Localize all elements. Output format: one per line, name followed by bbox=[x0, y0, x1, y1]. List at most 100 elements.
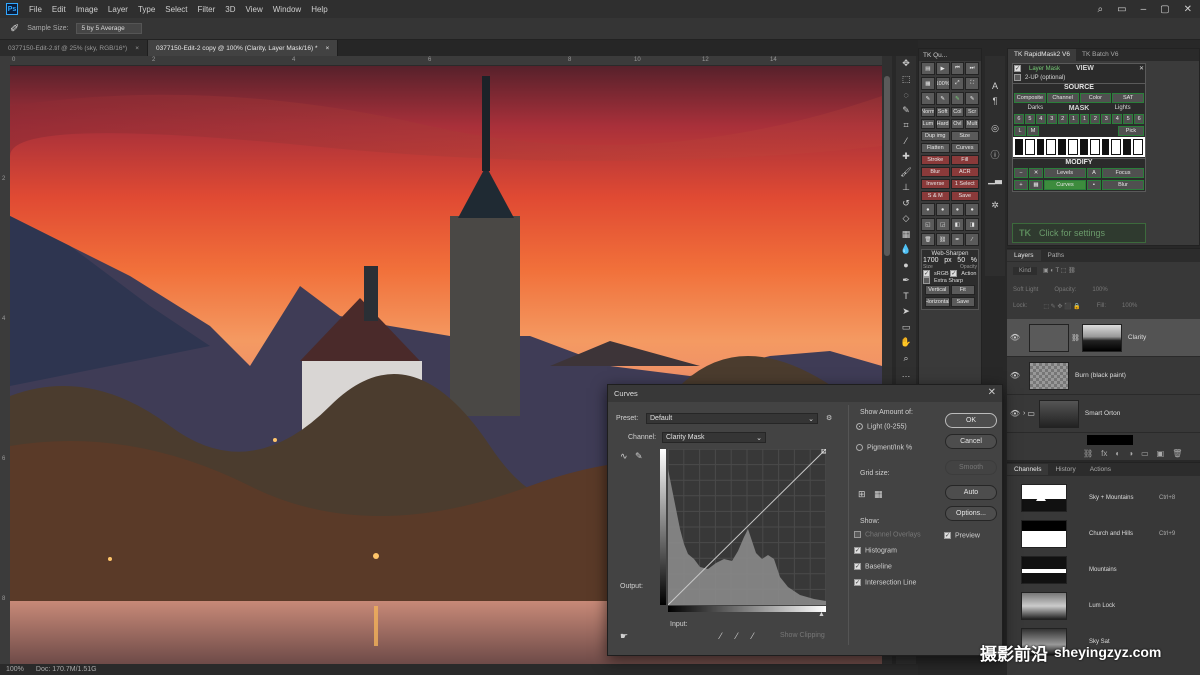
filter-icons[interactable]: ▣ ◐ T ⬚ ⛓ bbox=[1043, 267, 1076, 275]
baseline-checkbox[interactable]: ✓ Baseline bbox=[854, 563, 892, 570]
mask-level-button[interactable]: 2 bbox=[1090, 114, 1101, 125]
tk-mask-icon[interactable]: ◨ bbox=[965, 218, 979, 231]
mask-level-button[interactable]: 3 bbox=[1101, 114, 1112, 125]
tk-save-button[interactable]: Save bbox=[950, 191, 979, 201]
tk-s-m-button[interactable]: S & M bbox=[921, 191, 950, 201]
menu-item-window[interactable]: Window bbox=[268, 5, 306, 14]
curve-point-tool-icon[interactable]: ∿ bbox=[620, 451, 628, 462]
minimize-icon[interactable]: – bbox=[1141, 4, 1147, 15]
mask-level-button[interactable]: 3 bbox=[1046, 114, 1057, 125]
dodge-tool-icon[interactable]: ● bbox=[896, 258, 916, 274]
lock-icons[interactable]: ⬚ ✎ ✥ ⬛ 🔒 bbox=[1043, 303, 1080, 310]
mask-level-button[interactable]: 4 bbox=[1112, 114, 1123, 125]
m-button[interactable]: M bbox=[1027, 126, 1039, 137]
pencil-tool-icon[interactable]: ✎ bbox=[635, 451, 643, 462]
restore-icon[interactable]: ▢ bbox=[1160, 4, 1169, 15]
info-icon[interactable]: ⓘ bbox=[985, 147, 1005, 163]
menu-item-edit[interactable]: Edit bbox=[47, 5, 71, 14]
square-button[interactable]: ▪ bbox=[1087, 180, 1101, 191]
tk-brush-green-icon[interactable]: ✎ bbox=[950, 92, 965, 105]
tk-inverse-button[interactable]: Inverse bbox=[921, 179, 950, 189]
srgb-checkbox[interactable]: ✓ bbox=[923, 270, 930, 277]
preset-options-icon[interactable]: ⚙ bbox=[826, 414, 832, 422]
grid-button[interactable]: ▦ bbox=[1029, 180, 1043, 191]
channel-row[interactable]: Church and Hills Ctrl+9 bbox=[1007, 517, 1200, 551]
close-icon[interactable]: ✕ bbox=[1139, 65, 1144, 72]
extra-sharp-checkbox[interactable] bbox=[923, 277, 930, 284]
zoom-tool-icon[interactable]: ⌕ bbox=[896, 351, 916, 367]
grid-detailed-icon[interactable]: ▦ bbox=[874, 489, 883, 500]
tk-stroke-button[interactable]: Stroke bbox=[921, 155, 950, 165]
layer-name[interactable]: Clarity bbox=[1128, 334, 1146, 341]
eye-icon[interactable]: 👁 bbox=[1007, 409, 1023, 418]
channel-row[interactable]: Lum Lock bbox=[1007, 589, 1200, 623]
mask-level-button[interactable]: 1 bbox=[1079, 114, 1090, 125]
mask-level-button[interactable]: 6 bbox=[1014, 114, 1024, 125]
mask-sliders[interactable] bbox=[1013, 137, 1145, 158]
tk-next-icon[interactable]: ⏭ bbox=[965, 62, 979, 75]
tk-size-button[interactable]: Size bbox=[950, 131, 979, 141]
vertical-button[interactable]: Vertical bbox=[925, 285, 950, 295]
blur-tool-icon[interactable]: 💧 bbox=[896, 242, 916, 258]
l-button[interactable]: L bbox=[1014, 126, 1026, 137]
tab-rapidmask[interactable]: TK RapidMask2 V6 bbox=[1008, 49, 1076, 61]
search-icon[interactable]: ⌕ bbox=[1098, 4, 1104, 15]
save-button[interactable]: Save bbox=[950, 297, 975, 307]
light-radio[interactable]: Light (0-255) bbox=[856, 423, 907, 430]
mask-level-button[interactable]: 4 bbox=[1035, 114, 1046, 125]
menu-item-3d[interactable]: 3D bbox=[220, 5, 240, 14]
tk-dropper-icon[interactable]: ⁄ bbox=[965, 233, 979, 246]
history-brush-icon[interactable]: ↺ bbox=[896, 196, 916, 212]
tk-blur-button[interactable]: Blur bbox=[921, 167, 950, 177]
tk-circle-icon[interactable]: ● bbox=[935, 203, 950, 216]
tk-acr-button[interactable]: ACR bbox=[950, 167, 979, 177]
menu-item-image[interactable]: Image bbox=[71, 5, 103, 14]
layer-name[interactable]: Smart Orton bbox=[1085, 410, 1120, 417]
tk-ovl-button[interactable]: Ovl bbox=[950, 119, 965, 129]
path-select-icon[interactable]: ➤ bbox=[896, 304, 916, 320]
opacity-value[interactable]: 100% bbox=[1092, 287, 1107, 293]
tab-close-icon[interactable]: × bbox=[325, 45, 329, 52]
eyedropper-tool-icon[interactable]: ✐ bbox=[10, 22, 19, 35]
tk-mult-button[interactable]: Mult bbox=[965, 119, 979, 129]
histogram-checkbox[interactable]: ✓ Histogram bbox=[854, 547, 897, 554]
photoshop-logo[interactable]: Ps bbox=[6, 3, 18, 15]
tk-flatten-button[interactable]: Flatten bbox=[921, 143, 950, 153]
tk-trash-icon[interactable]: 🗑 bbox=[921, 233, 935, 246]
close-icon[interactable]: ✕ bbox=[1184, 4, 1192, 15]
sample-size-select[interactable]: 5 by 5 Average bbox=[76, 23, 143, 34]
composite-button[interactable]: Composite bbox=[1014, 93, 1046, 104]
menu-item-help[interactable]: Help bbox=[306, 5, 332, 14]
tab-paths[interactable]: Paths bbox=[1041, 250, 1072, 261]
tk-pen-icon[interactable]: ✒ bbox=[950, 233, 965, 246]
quick-select-tool-icon[interactable]: ✎ bbox=[896, 103, 916, 119]
a-button[interactable]: A bbox=[1087, 168, 1101, 179]
healing-tool-icon[interactable]: ✚ bbox=[896, 149, 916, 165]
tab-channels[interactable]: Channels bbox=[1007, 464, 1049, 475]
tk-brush-gray-icon[interactable]: ✎ bbox=[965, 92, 979, 105]
fill-value[interactable]: 100% bbox=[1122, 303, 1137, 310]
lasso-tool-icon[interactable]: ◌ bbox=[896, 87, 916, 103]
two-up-checkbox[interactable] bbox=[1014, 74, 1021, 81]
expand-icon[interactable]: › bbox=[1023, 410, 1025, 417]
menu-item-select[interactable]: Select bbox=[160, 5, 192, 14]
plus-button[interactable]: + bbox=[1014, 180, 1028, 191]
channel-overlays-checkbox[interactable]: Channel Overlays bbox=[854, 531, 921, 538]
horizontal-button[interactable]: Horizontal bbox=[925, 297, 950, 307]
web-sharpen-size[interactable]: 1700 bbox=[923, 257, 939, 264]
blur-button[interactable]: Blur bbox=[1102, 180, 1144, 191]
dialog-title-bar[interactable]: Curves ✕ bbox=[608, 385, 1002, 402]
channel-button[interactable]: Channel bbox=[1046, 93, 1079, 104]
tk-layer-icon[interactable]: ◱ bbox=[921, 218, 935, 231]
white-point-slider[interactable]: ▲ bbox=[818, 611, 825, 618]
layer-actions[interactable]: ⛓ fx ◐ ◑ ▭ ▣ 🗑 bbox=[1083, 449, 1182, 458]
eraser-tool-icon[interactable]: ◇ bbox=[896, 211, 916, 227]
auto-button[interactable]: Auto bbox=[945, 485, 997, 500]
tab-history[interactable]: History bbox=[1048, 464, 1082, 475]
layer-row[interactable]: 👁 Burn (black paint) bbox=[1007, 357, 1200, 395]
preview-checkbox[interactable]: ✓ Preview bbox=[944, 532, 980, 539]
kind-filter[interactable]: Kind bbox=[1013, 267, 1038, 275]
tk-layer-icon[interactable]: ◲ bbox=[935, 218, 950, 231]
mask-level-button[interactable]: 5 bbox=[1024, 114, 1035, 125]
on-image-adjust-icon[interactable]: ☛ bbox=[620, 631, 628, 642]
